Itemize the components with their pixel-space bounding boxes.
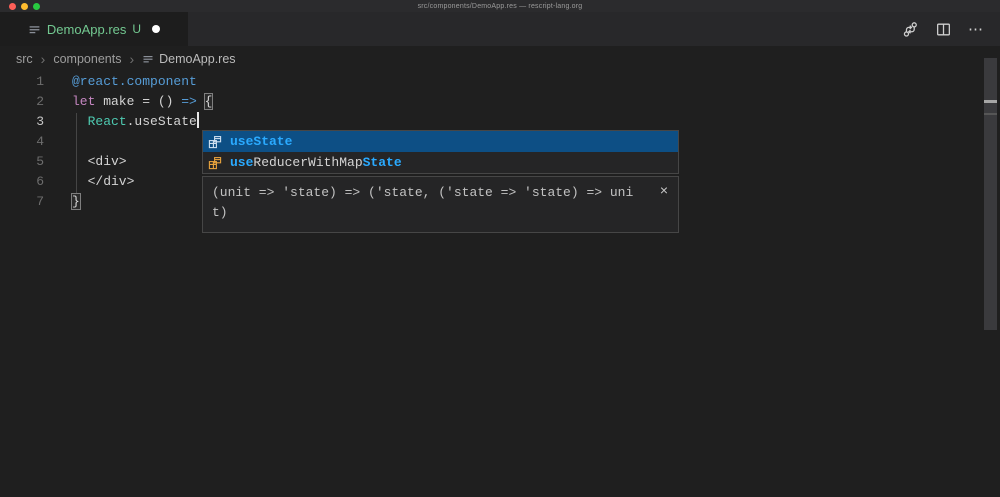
chevron-right-icon: › xyxy=(41,52,46,66)
code-token: => xyxy=(181,94,197,109)
code-token: make = () xyxy=(95,94,181,109)
code-token: React xyxy=(88,114,127,129)
close-icon[interactable]: × xyxy=(660,183,668,197)
code-token xyxy=(72,114,88,129)
tab-demoapp[interactable]: DemoApp.res U xyxy=(0,12,188,46)
tab-label: DemoApp.res xyxy=(47,22,126,37)
line-number: 4 xyxy=(0,132,44,152)
code-text: <div> xyxy=(44,152,127,172)
breadcrumb: src › components › DemoApp.res xyxy=(0,46,1000,72)
line-number: 3 xyxy=(0,112,44,132)
minimize-window-button[interactable] xyxy=(21,3,28,10)
breadcrumb-item-src[interactable]: src xyxy=(16,52,33,66)
line-number: 2 xyxy=(0,92,44,112)
symbol-value-icon xyxy=(207,134,223,150)
code-token: </div> xyxy=(72,174,134,189)
code-text xyxy=(44,132,72,152)
suggest-item[interactable]: useReducerWithMapState xyxy=(203,152,678,173)
code-line[interactable]: 1 @react.component xyxy=(0,72,1000,92)
suggest-list: useStateuseReducerWithMapState xyxy=(203,131,678,173)
overview-ruler-marker xyxy=(984,113,997,115)
suggest-label-part: ReducerWithMap xyxy=(253,155,362,170)
code-text: } xyxy=(44,192,80,212)
code-token: } xyxy=(72,194,80,209)
window-title: src/components/DemoApp.res — rescript-la… xyxy=(0,3,1000,10)
suggest-label-part: State xyxy=(363,155,402,170)
breadcrumb-item-components[interactable]: components xyxy=(53,52,121,66)
file-icon xyxy=(142,53,154,65)
line-number: 1 xyxy=(0,72,44,92)
code-text: @react.component xyxy=(44,72,197,92)
code-line[interactable]: 2let make = () => { xyxy=(0,92,1000,112)
editor-actions: ⋯ xyxy=(902,12,1000,46)
suggest-label: useReducerWithMapState xyxy=(230,155,402,170)
zoom-window-button[interactable] xyxy=(33,3,40,10)
title-bar: src/components/DemoApp.res — rescript-la… xyxy=(0,0,1000,12)
symbol-value-icon xyxy=(207,155,223,171)
traffic-lights xyxy=(9,3,40,10)
chevron-right-icon: › xyxy=(129,52,134,66)
code-text: React.useState xyxy=(44,112,199,132)
code-token: let xyxy=(72,94,95,109)
close-window-button[interactable] xyxy=(9,3,16,10)
text-cursor xyxy=(197,112,199,128)
code-token xyxy=(197,94,205,109)
split-editor-button[interactable] xyxy=(935,21,952,38)
suggest-doc-panel: (unit => 'state) => ('state, ('state => … xyxy=(202,176,679,233)
line-number: 7 xyxy=(0,192,44,212)
doc-signature-line2: t) xyxy=(212,203,654,223)
breadcrumb-item-file[interactable]: DemoApp.res xyxy=(142,52,235,66)
suggest-item[interactable]: useState xyxy=(203,131,678,152)
indent-guide xyxy=(76,113,77,193)
modified-dot-icon[interactable] xyxy=(152,25,160,33)
code-token: @react.component xyxy=(72,74,197,89)
code-token: .useState xyxy=(127,114,197,129)
doc-signature-line1: (unit => 'state) => ('state, ('state => … xyxy=(212,183,654,203)
breadcrumb-file-label: DemoApp.res xyxy=(159,52,235,66)
code-line[interactable]: 3 React.useState xyxy=(0,112,1000,132)
suggest-widget: useStateuseReducerWithMapState xyxy=(202,130,679,174)
code-text: let make = () => { xyxy=(44,92,212,112)
suggest-label: useState xyxy=(230,134,292,149)
line-number: 5 xyxy=(0,152,44,172)
git-untracked-badge: U xyxy=(132,22,141,36)
tab-bar: DemoApp.res U ⋯ xyxy=(0,12,1000,46)
suggest-label-part: use xyxy=(230,155,253,170)
code-token: <div> xyxy=(72,154,127,169)
compare-changes-button[interactable] xyxy=(902,21,919,38)
overview-ruler-marker xyxy=(984,100,997,103)
code-token: { xyxy=(205,94,213,109)
suggest-label-part: useState xyxy=(230,134,292,149)
editor-scrollbar[interactable] xyxy=(984,58,997,330)
file-icon xyxy=(28,23,41,36)
code-text: </div> xyxy=(44,172,134,192)
line-number: 6 xyxy=(0,172,44,192)
more-actions-button[interactable]: ⋯ xyxy=(968,20,984,38)
